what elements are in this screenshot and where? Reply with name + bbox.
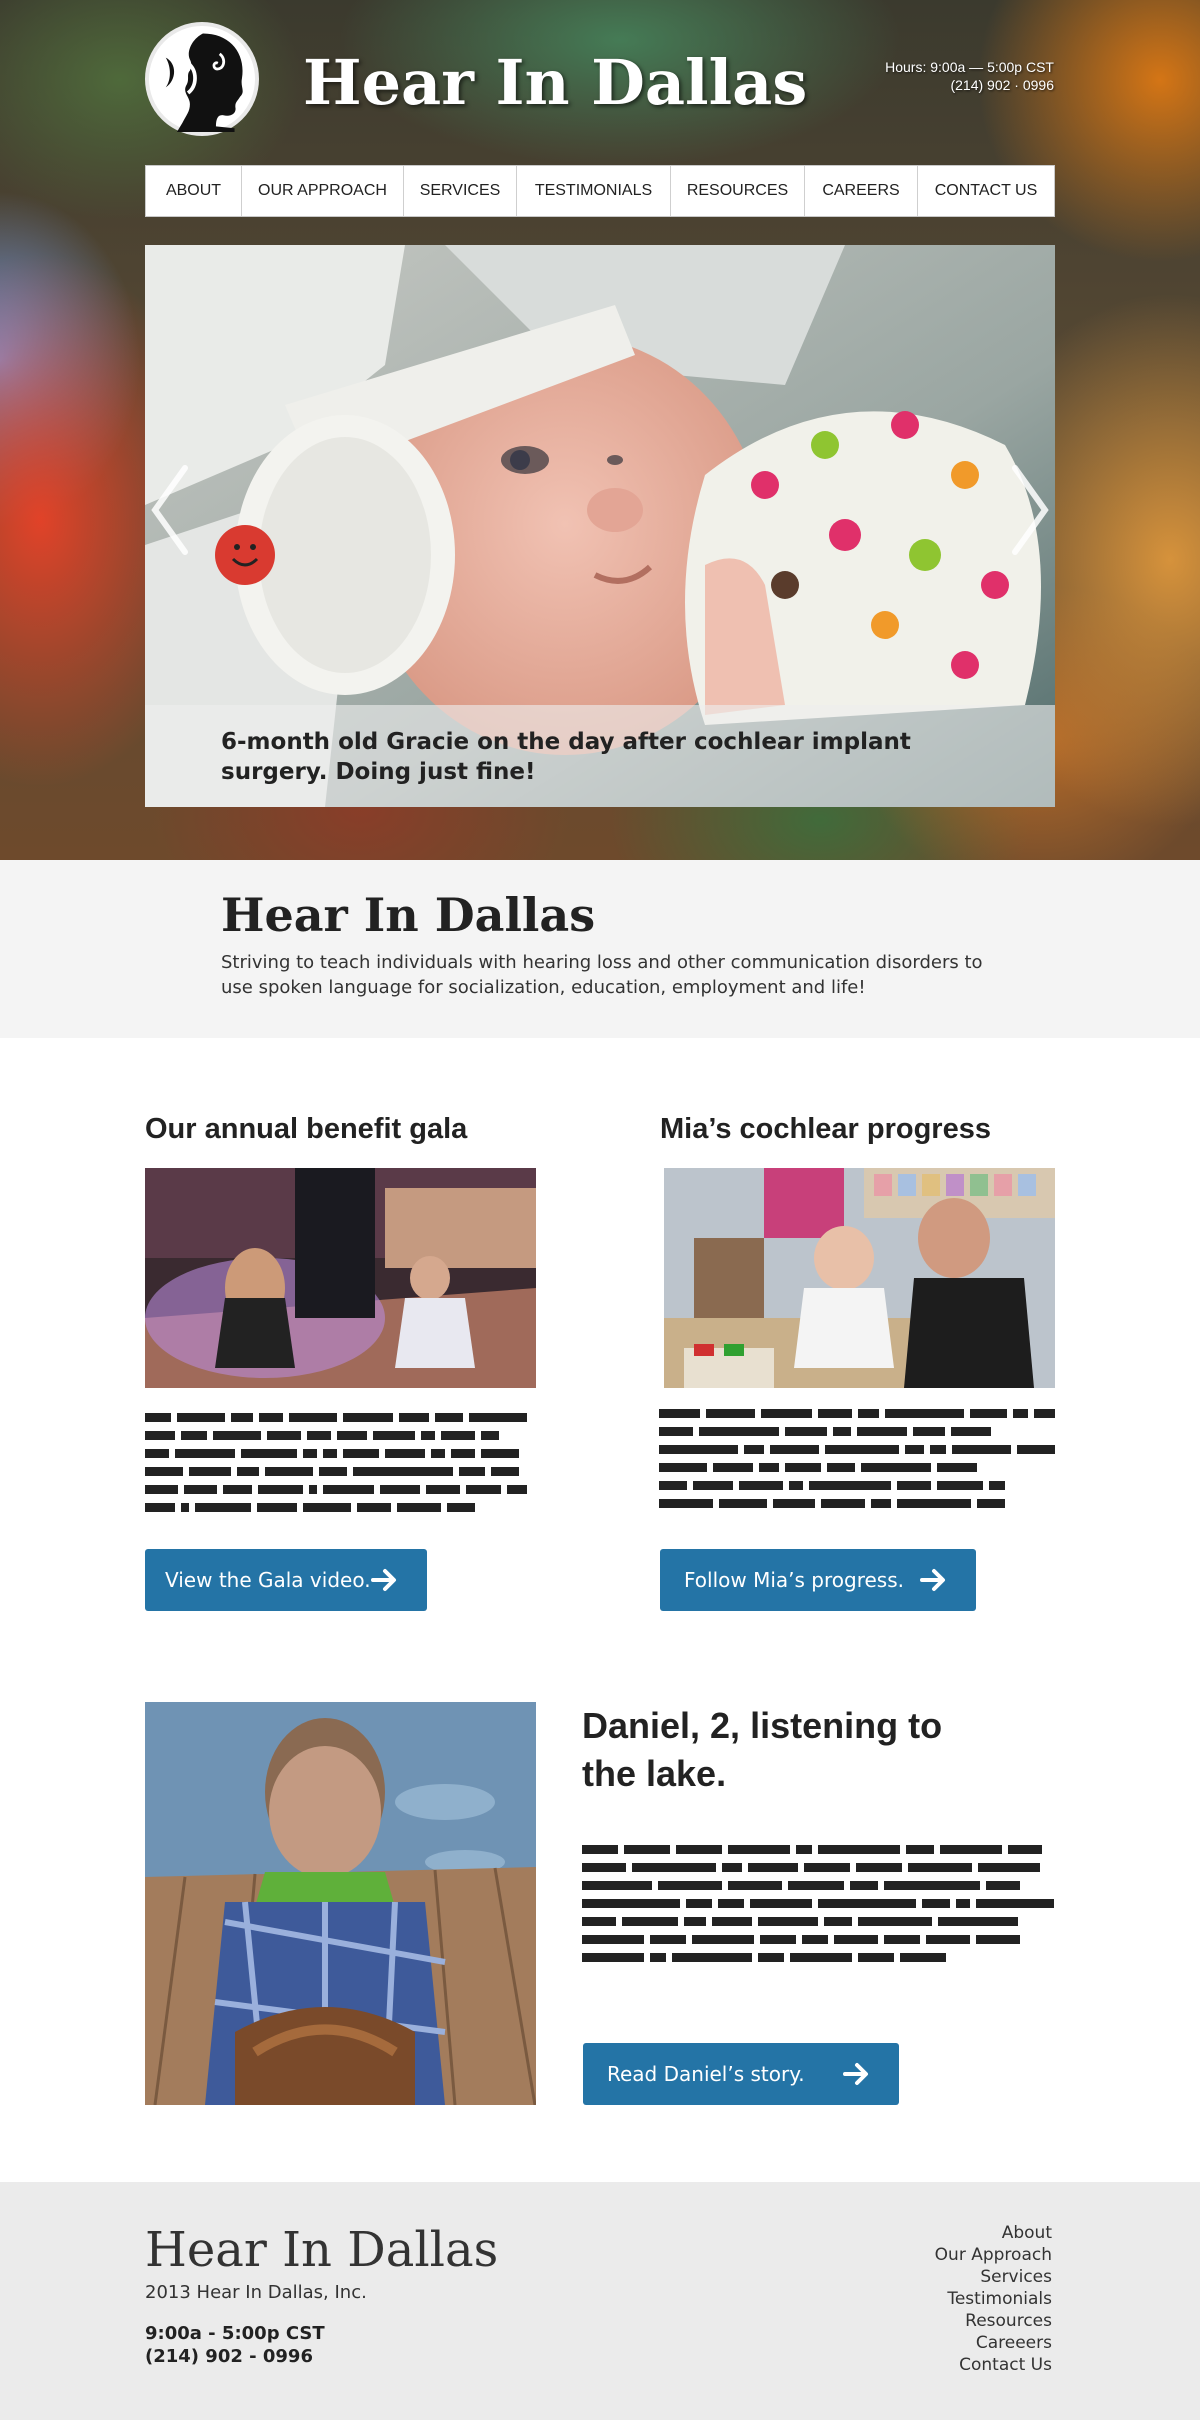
gala-image	[145, 1168, 536, 1388]
gala-photo	[145, 1168, 536, 1388]
gala-title: Our annual benefit gala	[145, 1113, 468, 1145]
nav-item-about[interactable]: ABOUT	[146, 166, 242, 216]
footer-contact: 9:00a - 5:00p CST (214) 902 - 0996	[145, 2322, 325, 2368]
footer-phone[interactable]: (214) 902 - 0996	[145, 2345, 325, 2368]
daniel-title: Daniel, 2, listening to the lake.	[582, 1705, 943, 1794]
site-title[interactable]: Hear In Dallas	[303, 38, 807, 128]
daniel-description	[582, 1845, 1055, 1971]
footer-link-about[interactable]: About	[935, 2222, 1052, 2244]
mia-photo	[664, 1168, 1055, 1388]
daniel-story-button-label: Read Daniel’s story.	[607, 2062, 805, 2086]
header-hours: Hours: 9:00a — 5:00p CST	[885, 59, 1054, 75]
intro-text: Striving to teach individuals with heari…	[221, 952, 983, 998]
hero-banner: Hear In Dallas Hours: 9:00a — 5:00p CST …	[0, 0, 1200, 860]
slide-caption-text: 6-month old Gracie on the day after coch…	[221, 729, 911, 785]
nav-item-contact-us[interactable]: CONTACT US	[918, 166, 1054, 216]
chevron-right-icon	[1012, 465, 1049, 555]
arrow-right-icon	[920, 1569, 945, 1591]
slide-caption: 6-month old Gracie on the day after coch…	[145, 705, 1055, 807]
slider-next-button[interactable]	[1007, 460, 1053, 560]
footer-link-careers[interactable]: Careeers	[935, 2332, 1052, 2354]
gala-description	[145, 1413, 527, 1521]
main-nav: ABOUT OUR APPROACH SERVICES TESTIMONIALS…	[145, 165, 1055, 217]
nav-item-resources[interactable]: RESOURCES	[671, 166, 805, 216]
footer-nav: About Our Approach Services Testimonials…	[935, 2222, 1052, 2376]
intro-title: Hear In Dallas	[221, 888, 596, 942]
footer-link-contact-us[interactable]: Contact Us	[935, 2354, 1052, 2376]
nav-item-testimonials[interactable]: TESTIMONIALS	[517, 166, 671, 216]
chevron-left-icon	[151, 465, 188, 555]
footer-copyright: 2013 Hear In Dallas, Inc.	[145, 2282, 367, 2303]
nav-item-careers[interactable]: CAREERS	[805, 166, 918, 216]
mia-title: Mia’s cochlear progress	[660, 1113, 991, 1145]
mia-progress-button-label: Follow Mia’s progress.	[684, 1568, 904, 1592]
logo[interactable]	[145, 22, 259, 136]
footer-link-testimonials[interactable]: Testimonials	[935, 2288, 1052, 2310]
arrow-right-icon	[371, 1569, 396, 1591]
daniel-photo	[145, 1702, 536, 2105]
header-contact: Hours: 9:00a — 5:00p CST (214) 902 · 099…	[885, 58, 1054, 94]
mia-progress-button[interactable]: Follow Mia’s progress.	[660, 1549, 976, 1611]
footer-hours: 9:00a - 5:00p CST	[145, 2323, 325, 2344]
footer-link-services[interactable]: Services	[935, 2266, 1052, 2288]
arrow-right-icon	[843, 2063, 868, 2085]
gala-video-button-label: View the Gala video.	[165, 1568, 371, 1592]
nav-item-our-approach[interactable]: OUR APPROACH	[242, 166, 404, 216]
footer-title: Hear In Dallas	[145, 2222, 499, 2278]
footer-link-our-approach[interactable]: Our Approach	[935, 2244, 1052, 2266]
footer: Hear In Dallas 2013 Hear In Dallas, Inc.…	[0, 2182, 1200, 2420]
hero-slider[interactable]: 6-month old Gracie on the day after coch…	[145, 245, 1055, 807]
mia-description	[659, 1409, 1056, 1517]
daniel-image	[145, 1702, 536, 2105]
nav-item-services[interactable]: SERVICES	[404, 166, 517, 216]
header-phone[interactable]: (214) 902 · 0996	[885, 76, 1054, 94]
head-sound-icon	[152, 29, 252, 132]
gala-video-button[interactable]: View the Gala video.	[145, 1549, 427, 1611]
daniel-story-button[interactable]: Read Daniel’s story.	[583, 2043, 899, 2105]
intro-section: Hear In Dallas Striving to teach individ…	[0, 860, 1200, 1038]
mia-image	[664, 1168, 1055, 1388]
footer-link-resources[interactable]: Resources	[935, 2310, 1052, 2332]
slider-prev-button[interactable]	[147, 460, 193, 560]
